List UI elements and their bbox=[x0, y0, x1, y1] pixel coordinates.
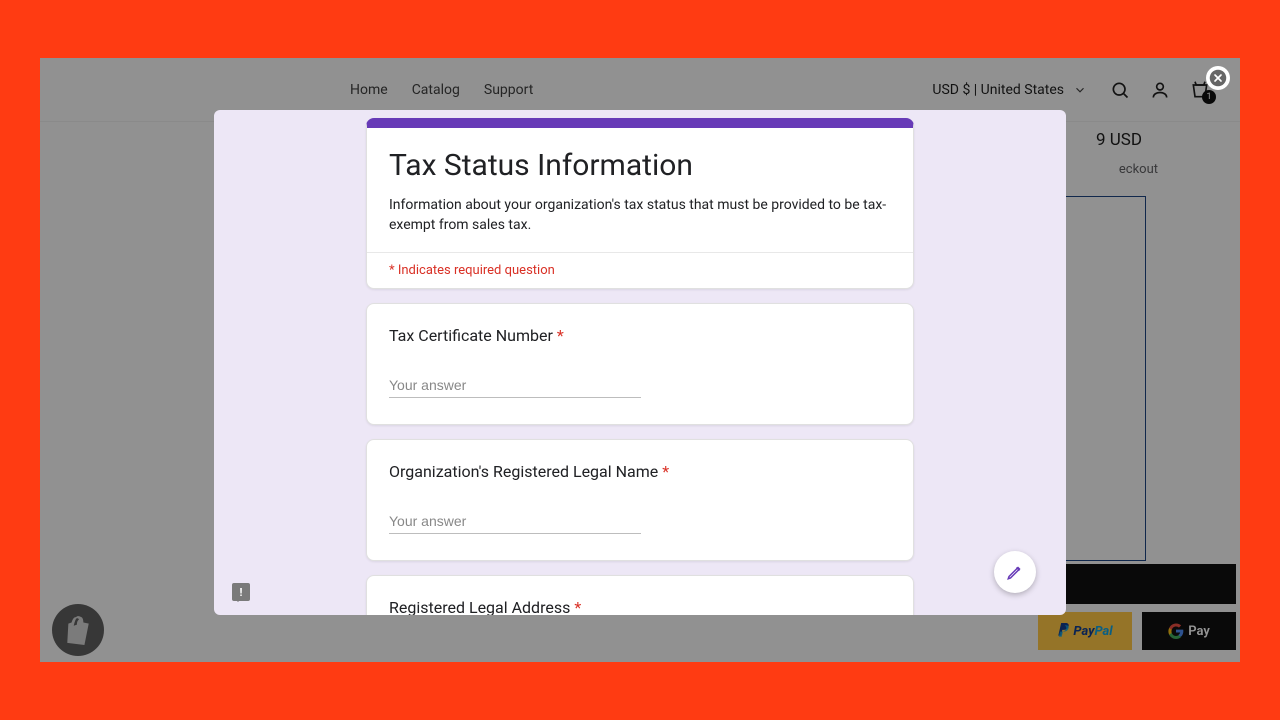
question-legal-name: Organization's Registered Legal Name * bbox=[366, 439, 914, 561]
required-asterisk: * bbox=[557, 326, 564, 345]
question-label: Tax Certificate Number * bbox=[389, 326, 891, 345]
question-text: Registered Legal Address bbox=[389, 598, 570, 615]
form-header-card: Tax Status Information Information about… bbox=[366, 118, 914, 289]
edit-form-button[interactable] bbox=[994, 551, 1036, 593]
modal-scroll-area[interactable]: Tax Status Information Information about… bbox=[214, 110, 1066, 615]
legal-name-input[interactable] bbox=[389, 509, 641, 534]
form-modal: Tax Status Information Information about… bbox=[214, 110, 1066, 615]
exclamation-icon: ! bbox=[240, 587, 243, 598]
close-icon bbox=[1209, 69, 1227, 87]
question-text: Tax Certificate Number bbox=[389, 326, 553, 345]
pencil-icon bbox=[1006, 563, 1024, 581]
close-button[interactable] bbox=[1206, 66, 1230, 90]
question-label: Registered Legal Address * bbox=[389, 598, 891, 615]
form-description: Information about your organization's ta… bbox=[389, 195, 891, 236]
outer-frame: Home Catalog Support USD $ | United Stat… bbox=[0, 0, 1280, 720]
question-label: Organization's Registered Legal Name * bbox=[389, 462, 891, 481]
question-text: Organization's Registered Legal Name bbox=[389, 462, 658, 481]
page-background: Home Catalog Support USD $ | United Stat… bbox=[40, 58, 1240, 662]
tax-certificate-input[interactable] bbox=[389, 373, 641, 398]
required-asterisk: * bbox=[574, 598, 581, 615]
question-tax-certificate: Tax Certificate Number * bbox=[366, 303, 914, 425]
required-indicator: * Indicates required question bbox=[367, 252, 913, 288]
modal-overlay[interactable]: Tax Status Information Information about… bbox=[40, 58, 1240, 662]
question-legal-address: Registered Legal Address * bbox=[366, 575, 914, 615]
required-asterisk: * bbox=[662, 462, 669, 481]
report-problem-button[interactable]: ! bbox=[232, 583, 250, 601]
form-title: Tax Status Information bbox=[389, 148, 891, 183]
